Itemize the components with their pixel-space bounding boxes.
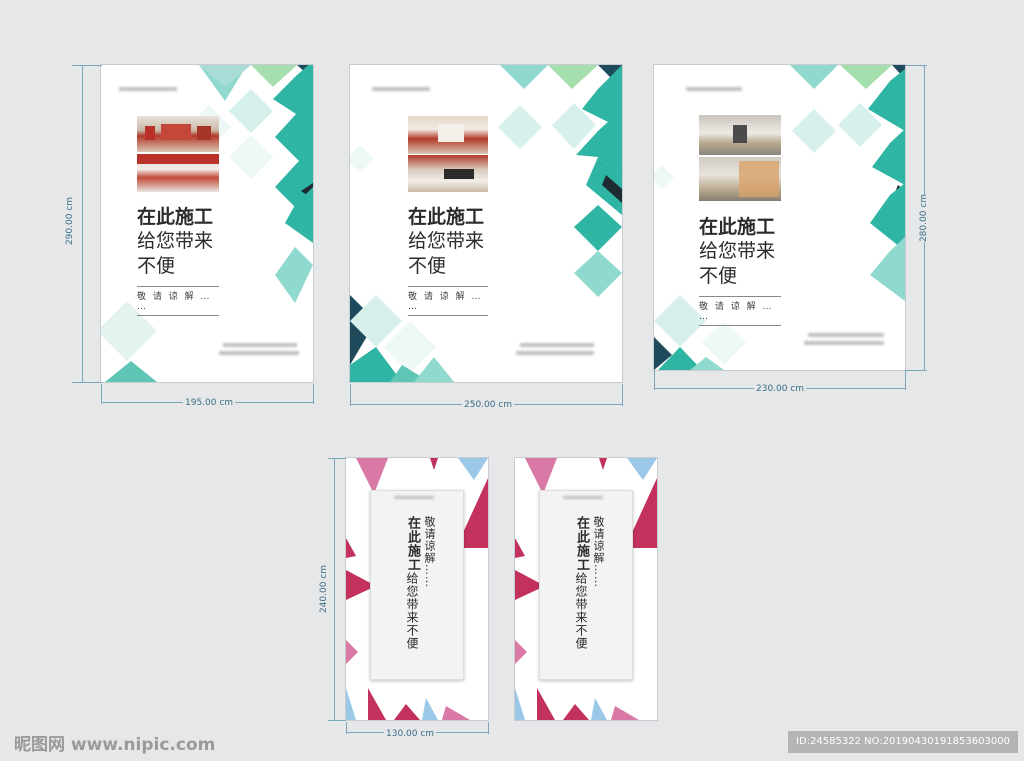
width-label-1: 195.00 cm — [183, 398, 236, 408]
headline-title: 在此施工 — [699, 216, 776, 238]
width-label-4: 130.00 cm — [384, 729, 437, 739]
headline-title: 在此施工 — [137, 206, 214, 228]
subtitle: 敬 请 谅 解 … … — [699, 296, 781, 326]
headline-rest-vertical: 给您带来不便 — [574, 572, 588, 650]
height-label-4: 240.00 cm — [319, 564, 330, 614]
height-label-1: 290.00 cm — [65, 196, 76, 246]
photo-showroom-1 — [408, 116, 488, 154]
headline: 在此施工 给您带来 不便 — [699, 215, 775, 288]
watermark-text: 昵图网 www.nipic.com — [14, 735, 216, 755]
headline-line3: 不便 — [699, 264, 738, 287]
headline-title-vertical: 在此施工 — [574, 516, 589, 572]
poster-panel-1: 在此施工 给您带来 不便 敬 请 谅 解 … … — [101, 65, 313, 382]
headline-title-vertical: 在此施工 — [405, 516, 420, 572]
company-info-blur-2 — [804, 341, 884, 345]
headline-line2: 给您带来 — [699, 240, 776, 263]
photo-corridor-2 — [699, 157, 781, 201]
diamond-pattern — [350, 65, 622, 382]
width-label-2: 250.00 cm — [462, 400, 515, 410]
image-id-badge: ID:24585322 NO:20190430191853603000 — [788, 731, 1018, 753]
headline-line3: 不便 — [137, 254, 176, 277]
logo-placeholder — [394, 496, 434, 499]
logo-placeholder — [686, 87, 742, 91]
photo-corridor-1 — [699, 115, 781, 155]
poster-panel-3: 在此施工 给您带来 不便 敬 请 谅 解 … … — [654, 65, 905, 370]
poster-panel-2: 在此施工 给您带来 不便 敬 请 谅 解 … … — [350, 65, 622, 382]
poster-panel-5: 敬请谅解…… 在此施工 给您带来不便 — [515, 458, 657, 720]
headline: 在此施工 给您带来 不便 — [408, 205, 484, 278]
headline-line3: 不便 — [408, 254, 447, 277]
company-info-blur — [808, 333, 884, 337]
headline: 在此施工 给您带来 不便 — [137, 205, 213, 278]
photo-exhibition-hall-2 — [137, 154, 219, 192]
photo-exhibition-hall-1 — [137, 116, 219, 152]
subtitle: 敬 请 谅 解 … … — [137, 286, 219, 316]
company-info-blur — [520, 343, 594, 347]
width-label-3: 230.00 cm — [754, 384, 807, 394]
poster-panel-4: 敬请谅解…… 在此施工 给您带来不便 — [346, 458, 488, 720]
subtitle-vertical: 敬请谅解…… — [592, 516, 605, 588]
headline-rest-vertical: 给您带来不便 — [405, 572, 419, 650]
logo-placeholder — [563, 496, 603, 499]
headline-line2: 给您带来 — [137, 230, 214, 253]
logo-placeholder — [372, 87, 430, 91]
subtitle-vertical: 敬请谅解…… — [423, 516, 436, 588]
headline-title: 在此施工 — [408, 206, 485, 228]
company-info-blur-2 — [219, 351, 299, 355]
subtitle: 敬 请 谅 解 … … — [408, 286, 488, 316]
logo-placeholder — [119, 87, 177, 91]
company-info-blur — [223, 343, 297, 347]
headline-line2: 给您带来 — [408, 230, 485, 253]
photo-showroom-2 — [408, 155, 488, 192]
company-info-blur-2 — [516, 351, 594, 355]
height-label-3: 280.00 cm — [919, 193, 930, 243]
